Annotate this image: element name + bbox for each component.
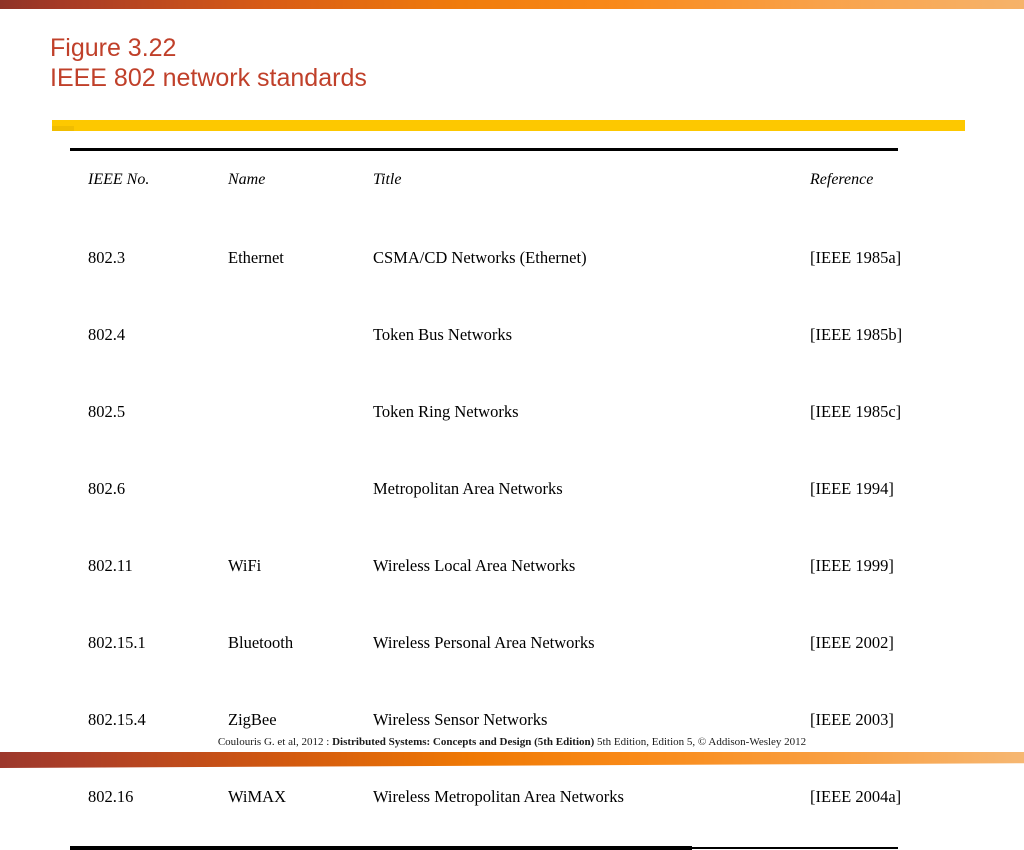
cell-reference: [IEEE 1999]	[810, 556, 894, 575]
column-header-reference: Reference	[810, 171, 874, 188]
cell-reference: [IEEE 2002]	[810, 633, 894, 652]
cell-title: Token Ring Networks	[373, 402, 519, 421]
table-bottom-rule	[70, 846, 900, 850]
table-body: 802.3 Ethernet CSMA/CD Networks (Etherne…	[70, 228, 982, 844]
cell-name	[210, 305, 350, 382]
table-row: 802.6 Metropolitan Area Networks [IEEE 1…	[70, 459, 982, 536]
top-accent-bar	[0, 0, 1024, 9]
source-citation: Coulouris G. et al, 2012 : Distributed S…	[0, 736, 1024, 748]
cell-ieee-no: 802.3	[88, 248, 126, 267]
table-row: 802.11 WiFi Wireless Local Area Networks…	[70, 536, 982, 613]
column-header-title: Title	[373, 171, 402, 188]
cell-title: Wireless Metropolitan Area Networks	[373, 787, 624, 806]
citation-prefix: Coulouris G. et al, 2012 :	[217, 736, 333, 748]
cell-reference: [IEEE 1994]	[810, 479, 894, 498]
cell-reference: [IEEE 1985c]	[810, 402, 902, 421]
cell-name: WiFi	[228, 556, 262, 575]
column-header-ieee-no: IEEE No.	[88, 171, 150, 188]
cell-name: Ethernet	[228, 248, 284, 267]
citation-suffix: 5th Edition, Edition 5, © Addison-Wesley…	[594, 736, 807, 748]
table-row: 802.5 Token Ring Networks [IEEE 1985c]	[70, 382, 982, 459]
cell-title: CSMA/CD Networks (Ethernet)	[373, 248, 587, 267]
title-underline-rule	[52, 120, 965, 131]
table-row: 802.16 WiMAX Wireless Metropolitan Area …	[70, 767, 982, 844]
table-row: 802.15.1 Bluetooth Wireless Personal Are…	[70, 613, 982, 690]
cell-name	[210, 459, 350, 536]
cell-ieee-no: 802.5	[88, 402, 126, 421]
page-title: Figure 3.22 IEEE 802 network standards	[50, 33, 367, 93]
cell-title: Metropolitan Area Networks	[373, 479, 563, 498]
cell-title: Token Bus Networks	[373, 325, 513, 344]
citation-book-title: Distributed Systems: Concepts and Design…	[332, 736, 595, 748]
cell-ieee-no: 802.11	[88, 556, 133, 575]
column-header-name: Name	[228, 171, 266, 188]
cell-ieee-no: 802.4	[88, 325, 126, 344]
cell-ieee-no: 802.16	[88, 787, 134, 806]
cell-name: WiMAX	[228, 787, 286, 806]
title-line-subject: IEEE 802 network standards	[50, 64, 367, 92]
title-line-figure-number: Figure 3.22	[50, 34, 177, 62]
table-header: IEEE No. Name Title Reference	[70, 151, 982, 228]
table-bottom-rule-thick	[70, 846, 692, 850]
table-row: 802.3 Ethernet CSMA/CD Networks (Etherne…	[70, 228, 982, 305]
cell-title: Wireless Local Area Networks	[373, 556, 576, 575]
cell-reference: [IEEE 1985a]	[810, 248, 902, 267]
title-underline-rule-tail	[52, 126, 74, 131]
cell-name	[210, 382, 350, 459]
cell-reference: [IEEE 2004a]	[810, 787, 902, 806]
cell-ieee-no: 802.15.1	[88, 633, 146, 652]
cell-name: Bluetooth	[228, 633, 294, 652]
cell-ieee-no: 802.6	[88, 479, 126, 498]
table-row: 802.4 Token Bus Networks [IEEE 1985b]	[70, 305, 982, 382]
table-header-row: IEEE No. Name Title Reference	[70, 151, 982, 228]
cell-reference: [IEEE 1985b]	[810, 325, 903, 344]
cell-title: Wireless Personal Area Networks	[373, 633, 595, 652]
